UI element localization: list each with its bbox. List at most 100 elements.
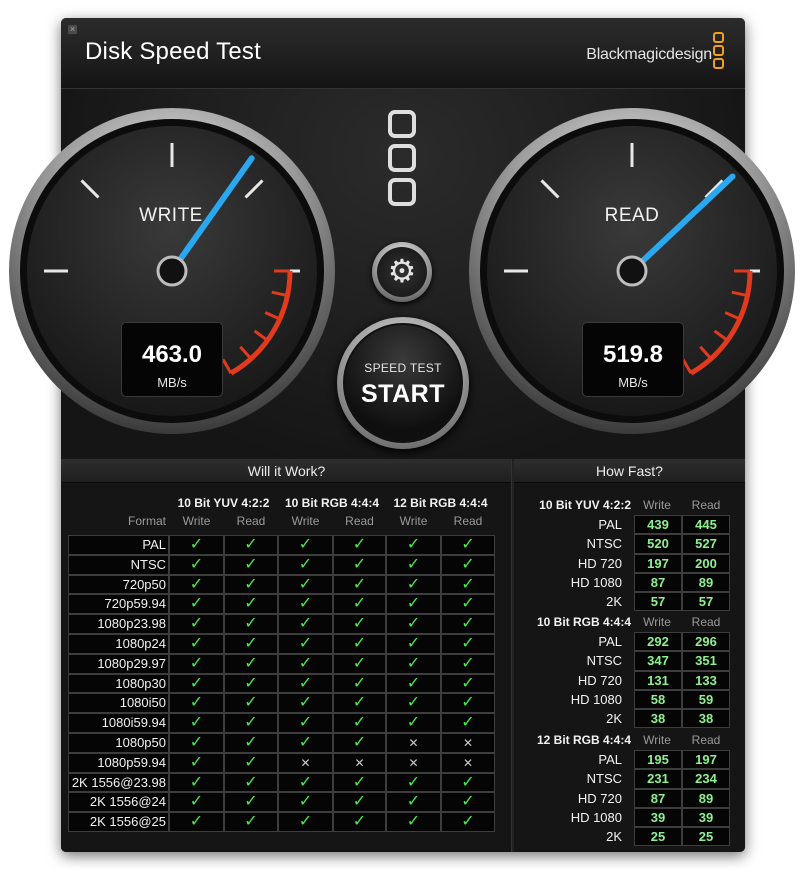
- how-fast-format-label: HD 1080: [570, 574, 622, 590]
- check-icon: ✓: [352, 674, 367, 692]
- how-fast-format-label: HD 720: [577, 555, 622, 571]
- will-it-work-header: Will it Work?: [61, 459, 512, 483]
- check-icon: ✓: [244, 753, 258, 771]
- how-fast-format-label: NTSC: [586, 771, 622, 787]
- blackmagic-dots-icon: [388, 110, 417, 212]
- check-icon: ✓: [406, 595, 421, 613]
- check-icon: ✓: [461, 536, 475, 553]
- check-icon: ✓: [189, 773, 204, 791]
- check-icon: ✓: [406, 654, 421, 672]
- check-icon: ✓: [298, 536, 313, 553]
- write-fps-value: 87: [650, 790, 666, 806]
- check-icon: ✓: [189, 793, 204, 811]
- cross-icon: ✕: [354, 755, 365, 770]
- check-icon: ✓: [461, 793, 475, 811]
- check-icon: ✓: [189, 536, 204, 553]
- write-fps-value: 39: [650, 809, 666, 825]
- cross-icon: ✕: [408, 755, 419, 770]
- check-icon: ✓: [244, 575, 258, 593]
- close-button[interactable]: ×: [67, 24, 78, 35]
- how-fast-format-label: HD 1080: [570, 809, 622, 825]
- check-icon: ✓: [406, 773, 421, 791]
- check-icon: ✓: [406, 813, 421, 831]
- check-icon: ✓: [461, 555, 475, 573]
- check-icon: ✓: [189, 615, 204, 633]
- settings-button[interactable]: ⚙: [372, 242, 432, 302]
- check-icon: ✓: [352, 694, 367, 712]
- write-fps-value: 87: [650, 574, 666, 590]
- read-fps-value: 38: [698, 711, 714, 727]
- how-fast-format-label: PAL: [598, 634, 622, 649]
- read-fps-value: 57: [698, 594, 714, 610]
- check-icon: ✓: [189, 635, 204, 652]
- title-bar: × Disk Speed Test Blackmagicdesign: [61, 18, 745, 90]
- check-icon: ✓: [189, 575, 204, 593]
- read-fps-value: 445: [695, 517, 717, 532]
- check-icon: ✓: [244, 615, 258, 633]
- check-icon: ✓: [244, 773, 258, 791]
- how-fast-format-label: HD 720: [577, 790, 622, 806]
- format-label: 1080p30: [115, 675, 166, 691]
- check-icon: ✓: [189, 714, 204, 732]
- check-icon: ✓: [461, 813, 475, 831]
- read-fps-value: 200: [695, 555, 717, 571]
- check-icon: ✓: [189, 753, 204, 771]
- check-icon: ✓: [406, 793, 421, 811]
- check-icon: ✓: [298, 595, 313, 613]
- cross-icon: ✕: [462, 736, 474, 750]
- write-fps-value: 131: [647, 672, 669, 688]
- check-icon: ✓: [189, 654, 204, 672]
- check-icon: ✓: [298, 635, 313, 652]
- how-fast-header: How Fast?: [514, 459, 745, 483]
- check-icon: ✓: [298, 793, 313, 811]
- write-fps-value: 439: [647, 517, 669, 532]
- format-label: 1080p59.94: [97, 754, 166, 770]
- read-fps-value: 89: [698, 574, 714, 590]
- check-icon: ✓: [352, 615, 367, 633]
- write-fps-value: 38: [650, 711, 666, 727]
- check-icon: ✓: [352, 575, 367, 593]
- speed-test-start-button[interactable]: SPEED TEST START: [337, 317, 469, 449]
- check-icon: ✓: [298, 773, 313, 791]
- format-label: 2K 1556@24: [89, 794, 166, 810]
- format-label: 1080i50: [119, 695, 166, 711]
- check-icon: ✓: [244, 813, 258, 831]
- read-fps-value: 133: [695, 672, 717, 688]
- read-fps-value: 527: [695, 536, 717, 552]
- check-icon: ✓: [244, 635, 258, 652]
- check-icon: ✓: [189, 734, 204, 751]
- check-icon: ✓: [461, 615, 475, 633]
- format-label: NTSC: [130, 556, 166, 572]
- check-icon: ✓: [352, 773, 367, 791]
- write-fps-value: 231: [647, 771, 669, 787]
- read-fps-value: 296: [695, 634, 717, 649]
- check-icon: ✓: [461, 714, 475, 732]
- write-fps-value: 197: [647, 555, 669, 571]
- check-icon: ✓: [298, 714, 313, 732]
- read-fps-value: 39: [698, 809, 714, 825]
- how-fast-read-header: Read: [691, 498, 721, 512]
- start-label: START: [361, 380, 445, 408]
- how-fast-format-label: NTSC: [586, 536, 622, 552]
- read-fps-value: 59: [698, 691, 714, 707]
- how-fast-group-header: 12 Bit RGB 4:4:4: [536, 733, 631, 747]
- format-group-header: 10 Bit RGB 4:4:4: [284, 496, 380, 510]
- write-fps-value: 57: [650, 594, 666, 610]
- check-icon: ✓: [189, 694, 204, 712]
- how-fast-format-label: 2K: [606, 829, 622, 845]
- format-label: 720p50: [122, 576, 166, 592]
- check-icon: ✓: [406, 674, 421, 692]
- check-icon: ✓: [352, 714, 367, 732]
- check-icon: ✓: [298, 694, 313, 712]
- cross-icon: ✕: [462, 755, 474, 770]
- check-icon: ✓: [244, 555, 258, 573]
- column-header-read: Read: [236, 514, 266, 528]
- format-group-header: 12 Bit RGB 4:4:4: [393, 496, 488, 510]
- write-fps-value: 58: [650, 691, 666, 707]
- check-icon: ✓: [298, 654, 313, 672]
- how-fast-read-header: Read: [691, 733, 721, 747]
- check-icon: ✓: [352, 595, 367, 613]
- check-icon: ✓: [189, 813, 204, 831]
- app-title: Disk Speed Test: [85, 38, 261, 65]
- check-icon: ✓: [244, 734, 258, 751]
